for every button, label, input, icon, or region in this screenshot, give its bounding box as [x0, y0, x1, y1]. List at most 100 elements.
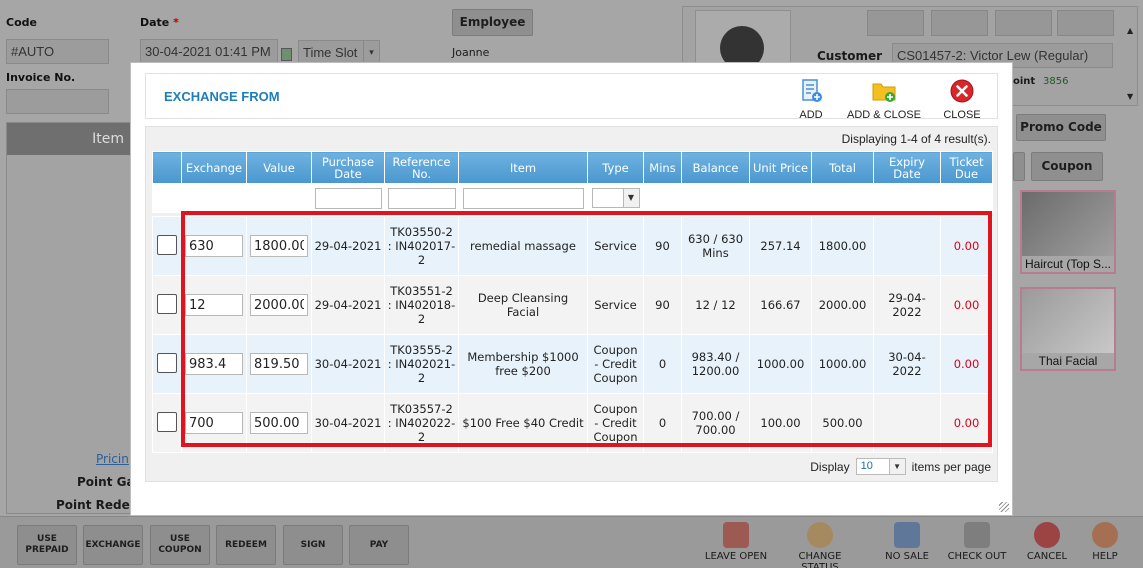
- value-input[interactable]: [250, 412, 308, 434]
- use-prepaid-button[interactable]: USE PREPAID: [17, 525, 77, 565]
- add-label: ADD: [799, 109, 823, 121]
- type-filter-select[interactable]: ▼: [591, 188, 640, 208]
- value-input[interactable]: [250, 235, 308, 257]
- copy-icon[interactable]: [1057, 10, 1114, 36]
- table-body: 29-04-2021TK03550-2 : IN402017-2remedial…: [152, 216, 993, 453]
- required-marker: *: [173, 16, 179, 29]
- scrollbar[interactable]: ▲ ▼: [1124, 10, 1138, 104]
- select-cell: [152, 334, 182, 394]
- close-label: CLOSE: [943, 109, 981, 121]
- no-sale-button[interactable]: NO SALE: [872, 522, 942, 562]
- column-header[interactable]: Value: [246, 151, 312, 184]
- employee-name: Joanne: [452, 46, 490, 59]
- expiry-date-cell: 29-04-2022: [873, 275, 941, 335]
- value-cell: [246, 275, 312, 335]
- coupon-button[interactable]: Coupon: [1031, 152, 1103, 181]
- column-header[interactable]: Exchange: [181, 151, 247, 184]
- exchange-cell: [181, 275, 247, 335]
- item-filter[interactable]: [462, 187, 584, 209]
- scroll-up-icon[interactable]: ▲: [1127, 26, 1133, 35]
- exchange-input[interactable]: [185, 294, 243, 316]
- help-button[interactable]: HELP: [1070, 522, 1140, 562]
- row-checkbox[interactable]: [157, 411, 177, 432]
- item-cell: remedial massage: [458, 216, 588, 276]
- balance-cell: 630 / 630 Mins: [681, 216, 750, 276]
- table-row[interactable]: 30-04-2021TK03557-2 : IN402022-2$100 Fre…: [152, 393, 993, 453]
- column-header[interactable]: Balance: [681, 151, 750, 184]
- leave-open-button[interactable]: LEAVE OPEN: [701, 522, 771, 562]
- code-field[interactable]: #AUTO: [6, 39, 109, 64]
- column-header[interactable]: Reference No.: [384, 151, 459, 184]
- close-icon: [950, 79, 974, 103]
- type-cell: Service: [587, 275, 644, 335]
- add-document-icon: [802, 79, 822, 102]
- row-checkbox[interactable]: [157, 293, 177, 314]
- product-card[interactable]: Thai Facial: [1020, 287, 1116, 371]
- item-cell: Deep Cleansing Facial: [458, 275, 588, 335]
- redeem-button[interactable]: REDEEM: [216, 525, 276, 565]
- column-header[interactable]: Unit Price: [749, 151, 812, 184]
- type-cell: Coupon - Credit Coupon: [587, 393, 644, 453]
- scroll-down-icon[interactable]: ▼: [1127, 92, 1133, 101]
- date-field[interactable]: 30-04-2021 01:41 PM: [140, 39, 278, 64]
- check-out-button[interactable]: CHECK OUT: [942, 522, 1012, 562]
- balance-cell: 700.00 / 700.00: [681, 393, 750, 453]
- table-row[interactable]: 29-04-2021TK03551-2 : IN402018-2Deep Cle…: [152, 275, 993, 335]
- per-page-select[interactable]: 10 ▼: [855, 458, 906, 475]
- table-row[interactable]: 29-04-2021TK03550-2 : IN402017-2remedial…: [152, 216, 993, 276]
- date-label-text: Date: [140, 16, 170, 29]
- total-cell: 1800.00: [811, 216, 874, 276]
- value-input[interactable]: [250, 353, 308, 375]
- resize-handle-icon[interactable]: [999, 502, 1009, 512]
- column-header[interactable]: Ticket Due: [940, 151, 993, 184]
- filter-cell: [152, 183, 182, 213]
- balance-cell: 983.40 / 1200.00: [681, 334, 750, 394]
- exchange-input[interactable]: [185, 412, 243, 434]
- invoice-field[interactable]: [6, 89, 109, 114]
- document-icon[interactable]: [995, 10, 1052, 36]
- pager-suffix: items per page: [911, 459, 991, 474]
- column-header[interactable]: Type: [587, 151, 644, 184]
- item-cell: $100 Free $40 Credit: [458, 393, 588, 453]
- product-card[interactable]: Haircut (Top S...: [1020, 190, 1116, 274]
- column-header[interactable]: Total: [811, 151, 874, 184]
- purchase-date-filter[interactable]: [314, 187, 382, 209]
- column-header[interactable]: Expiry Date: [873, 151, 941, 184]
- value-input[interactable]: [250, 294, 308, 316]
- filter-cell: [873, 183, 941, 213]
- table-row[interactable]: 30-04-2021TK03555-2 : IN402021-2Membersh…: [152, 334, 993, 394]
- row-checkbox[interactable]: [157, 234, 177, 255]
- partial-button[interactable]: [1013, 152, 1025, 181]
- value-cell: [246, 393, 312, 453]
- exchange-button[interactable]: EXCHANGE: [83, 525, 143, 565]
- pay-button[interactable]: PAY: [349, 525, 409, 565]
- mins-cell: 90: [643, 216, 682, 276]
- code-label: Code: [6, 16, 37, 29]
- mins-cell: 0: [643, 334, 682, 394]
- time-slot-select[interactable]: Time Slot ▾: [298, 40, 380, 64]
- recycle-icon[interactable]: [931, 10, 988, 36]
- column-header[interactable]: Purchase Date: [311, 151, 385, 184]
- add-and-close-label: ADD & CLOSE: [847, 109, 921, 121]
- calendar-icon[interactable]: [281, 48, 292, 61]
- value-cell: [246, 334, 312, 394]
- promo-code-button[interactable]: Promo Code: [1016, 114, 1106, 141]
- add-button[interactable]: ADD: [791, 78, 831, 121]
- use-coupon-button[interactable]: USE COUPON: [150, 525, 210, 565]
- column-header[interactable]: Mins: [643, 151, 682, 184]
- exchange-input[interactable]: [185, 353, 243, 375]
- row-checkbox[interactable]: [157, 352, 177, 373]
- pricing-link[interactable]: Pricin: [96, 452, 129, 466]
- change-status-button[interactable]: CHANGE STATUS: [785, 522, 855, 568]
- employee-button[interactable]: Employee: [452, 9, 533, 36]
- reference-filter[interactable]: [387, 187, 456, 209]
- add-and-close-button[interactable]: ADD & CLOSE: [844, 78, 924, 121]
- sign-button[interactable]: SIGN: [283, 525, 343, 565]
- column-header[interactable]: Item: [458, 151, 588, 184]
- calendar-add-icon: [723, 522, 749, 548]
- close-button[interactable]: CLOSE: [940, 78, 984, 121]
- exchange-input[interactable]: [185, 235, 243, 257]
- filter-cell: [811, 183, 874, 213]
- edit-icon[interactable]: [867, 10, 924, 36]
- filter-cell: [384, 183, 459, 213]
